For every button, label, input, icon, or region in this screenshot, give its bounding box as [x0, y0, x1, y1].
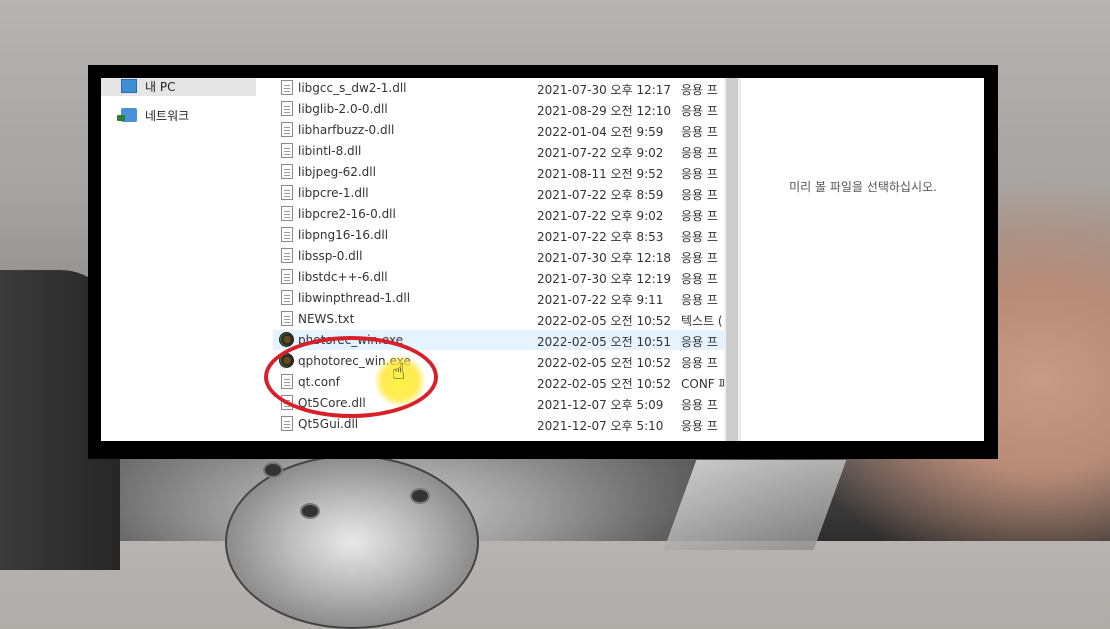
- file-explorer-window: 내 PC 네트워크 libgcc_s_dw2-1.dll 2021-07-30 …: [101, 78, 984, 441]
- nav-item-this-pc[interactable]: 내 PC: [101, 78, 256, 96]
- file-name: libgcc_s_dw2-1.dll: [298, 81, 407, 95]
- dll-file-icon: [281, 269, 293, 284]
- file-name: NEWS.txt: [298, 312, 355, 326]
- dll-file-icon: [281, 122, 293, 137]
- nav-item-network[interactable]: 네트워크: [101, 105, 256, 125]
- nav-item-label: 네트워크: [145, 108, 190, 123]
- file-type: 응용 프: [681, 398, 718, 412]
- dll-file-icon: [281, 185, 293, 200]
- file-row[interactable]: libstdc++-6.dll 2021-07-30 오후 12:19 응용 프: [273, 267, 724, 287]
- dll-file-icon: [281, 206, 293, 221]
- file-type: 응용 프: [681, 125, 718, 139]
- file-type: 텍스트 (: [681, 314, 723, 328]
- file-name: libintl-8.dll: [298, 144, 362, 158]
- file-name: libjpeg-62.dll: [298, 165, 376, 179]
- hand-cursor-icon: ☝: [392, 360, 406, 385]
- file-date: 2021-07-30 오후 12:19: [537, 272, 672, 286]
- dll-file-icon: [281, 101, 293, 116]
- dll-file-icon: [281, 143, 293, 158]
- file-row[interactable]: libjpeg-62.dll 2021-08-11 오전 9:52 응용 프: [273, 162, 724, 182]
- file-row[interactable]: libssp-0.dll 2021-07-30 오후 12:18 응용 프: [273, 246, 724, 266]
- background-screw-hole: [263, 462, 283, 478]
- file-type: 응용 프: [681, 146, 718, 160]
- file-name: libwinpthread-1.dll: [298, 291, 411, 305]
- dll-file-icon: [281, 80, 293, 95]
- background-screw-hole: [300, 503, 320, 519]
- file-date: 2022-02-05 오전 10:52: [537, 356, 672, 370]
- file-type: 응용 프: [681, 251, 718, 265]
- dll-file-icon: [281, 290, 293, 305]
- preview-pane: 미리 볼 파일을 선택하십시오.: [740, 78, 984, 441]
- file-type: 응용 프: [681, 356, 718, 370]
- file-type: 응용 프: [681, 230, 718, 244]
- file-date: 2021-08-29 오전 12:10: [537, 104, 672, 118]
- file-row[interactable]: libharfbuzz-0.dll 2022-01-04 오전 9:59 응용 …: [273, 120, 724, 140]
- file-date: 2022-02-05 오전 10:52: [537, 314, 672, 328]
- dll-file-icon: [281, 164, 293, 179]
- file-date: 2021-07-30 오후 12:18: [537, 251, 672, 265]
- background-hard-drive-platter: [225, 455, 479, 629]
- file-date: 2021-12-07 오후 5:09: [537, 398, 664, 412]
- file-name: Qt5Gui.dll: [298, 417, 359, 431]
- file-name: libpng16-16.dll: [298, 228, 389, 242]
- file-date: 2021-07-22 오후 9:02: [537, 209, 664, 223]
- file-date: 2022-01-04 오전 9:59: [537, 125, 664, 139]
- file-type: 응용 프: [681, 272, 718, 286]
- navigation-pane: 내 PC 네트워크: [101, 78, 257, 441]
- preview-message: 미리 볼 파일을 선택하십시오.: [789, 180, 937, 194]
- file-name: libpcre2-16-0.dll: [298, 207, 396, 221]
- nav-item-label: 내 PC: [145, 79, 176, 94]
- file-date: 2021-08-11 오전 9:52: [537, 167, 664, 181]
- vertical-scrollbar[interactable]: [724, 78, 740, 441]
- file-type: 응용 프: [681, 209, 718, 223]
- file-date: 2021-07-22 오후 8:53: [537, 230, 664, 244]
- file-type: 응용 프: [681, 188, 718, 202]
- file-date: 2021-07-22 오후 8:59: [537, 188, 664, 202]
- file-type: 응용 프: [681, 335, 718, 349]
- file-row[interactable]: libpcre2-16-0.dll 2021-07-22 오후 9:02 응용 …: [273, 204, 724, 224]
- file-date: 2021-07-22 오후 9:02: [537, 146, 664, 160]
- file-type: CONF 파: [681, 377, 724, 391]
- file-row[interactable]: libintl-8.dll 2021-07-22 오후 9:02 응용 프: [273, 141, 724, 161]
- dll-file-icon: [281, 248, 293, 263]
- dll-file-icon: [281, 227, 293, 242]
- file-row[interactable]: libpng16-16.dll 2021-07-22 오후 8:53 응용 프: [273, 225, 724, 245]
- file-type: 응용 프: [681, 83, 718, 97]
- file-row[interactable]: libglib-2.0-0.dll 2021-08-29 오전 12:10 응용…: [273, 99, 724, 119]
- file-name: libglib-2.0-0.dll: [298, 102, 388, 116]
- text-file-icon: [281, 311, 293, 326]
- file-date: 2021-07-30 오후 12:17: [537, 83, 672, 97]
- file-date: 2021-12-07 오후 5:10: [537, 419, 664, 433]
- background-actuator-arm: [663, 460, 847, 550]
- file-type: 응용 프: [681, 419, 718, 433]
- file-type: 응용 프: [681, 104, 718, 118]
- file-name: libharfbuzz-0.dll: [298, 123, 395, 137]
- file-row[interactable]: libgcc_s_dw2-1.dll 2021-07-30 오후 12:17 응…: [273, 78, 724, 98]
- file-type: 응용 프: [681, 167, 718, 181]
- file-date: 2022-02-05 오전 10:51: [537, 335, 672, 349]
- file-date: 2022-02-05 오전 10:52: [537, 377, 672, 391]
- scrollbar-thumb[interactable]: [726, 78, 738, 441]
- file-name: libpcre-1.dll: [298, 186, 369, 200]
- file-row[interactable]: NEWS.txt 2022-02-05 오전 10:52 텍스트 (: [273, 309, 724, 329]
- dll-file-icon: [281, 416, 293, 431]
- network-icon: [117, 108, 137, 122]
- file-name: libssp-0.dll: [298, 249, 363, 263]
- file-row[interactable]: libwinpthread-1.dll 2021-07-22 오후 9:11 응…: [273, 288, 724, 308]
- file-name: libstdc++-6.dll: [298, 270, 388, 284]
- pc-icon: [121, 79, 137, 93]
- screenshot-frame: 내 PC 네트워크 libgcc_s_dw2-1.dll 2021-07-30 …: [88, 65, 998, 459]
- background-screw-hole: [410, 488, 430, 504]
- file-date: 2021-07-22 오후 9:11: [537, 293, 664, 307]
- file-type: 응용 프: [681, 293, 718, 307]
- photorec-app-icon: [279, 332, 294, 347]
- file-row[interactable]: libpcre-1.dll 2021-07-22 오후 8:59 응용 프: [273, 183, 724, 203]
